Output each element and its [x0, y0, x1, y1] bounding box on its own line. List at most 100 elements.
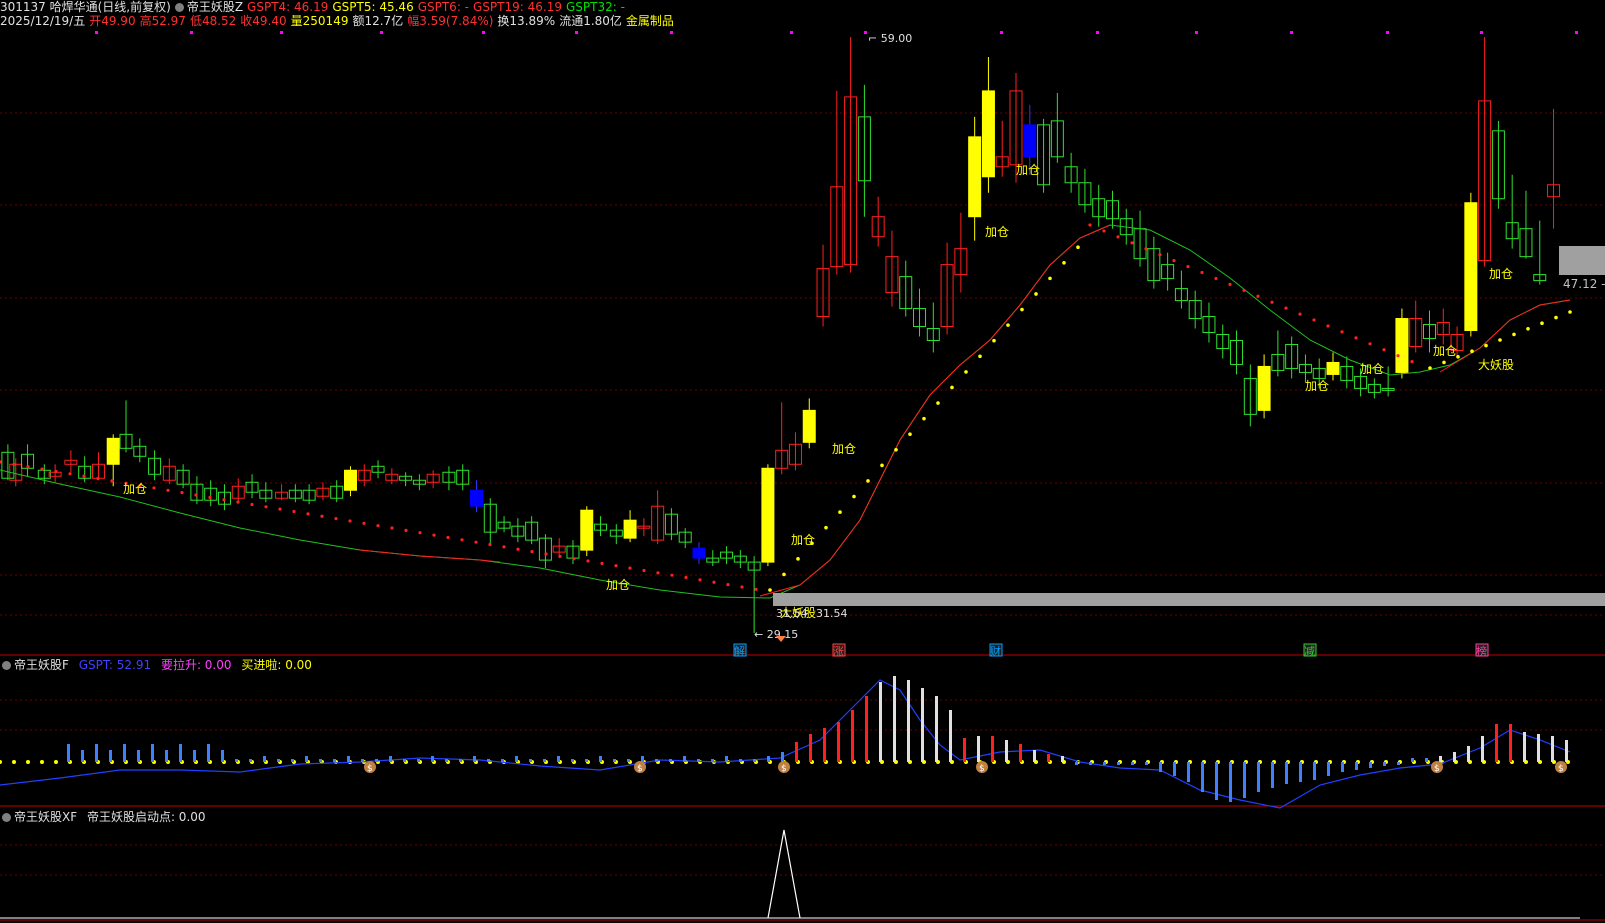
- stop-dot: [1512, 332, 1516, 337]
- indicator-bar: [1509, 724, 1512, 762]
- indicator-bar: [445, 759, 448, 762]
- stop-dot: [1410, 360, 1414, 364]
- indicator-bar: [1215, 762, 1218, 800]
- indicator-bar: [627, 759, 630, 762]
- candle-body[interactable]: [1023, 124, 1037, 158]
- stop-dot: [1428, 366, 1432, 370]
- stop-dot: [488, 542, 492, 547]
- indicator-bar: [1089, 762, 1092, 765]
- indicator-bar: [1299, 762, 1302, 782]
- candle-body[interactable]: [1257, 365, 1271, 411]
- stop-dot: [1326, 324, 1330, 328]
- ma-line: [0, 224, 1571, 599]
- indicator-bar: [1005, 740, 1008, 762]
- candle-body[interactable]: [802, 409, 816, 443]
- stop-dot: [614, 564, 618, 568]
- indicator-bar: [1523, 732, 1526, 762]
- indicator-bar: [1467, 746, 1470, 762]
- indicator-bar: [403, 759, 406, 762]
- candle-body[interactable]: [692, 547, 706, 559]
- candle-body[interactable]: [761, 467, 775, 563]
- indicator-bar: [1411, 758, 1414, 762]
- stop-dot: [1312, 318, 1316, 322]
- stop-dot: [1006, 323, 1010, 327]
- money-bag-icon: $: [781, 764, 787, 774]
- stop-dot: [1396, 354, 1400, 358]
- stop-dot: [1116, 235, 1120, 239]
- jiacang-label: 加仓: [606, 578, 630, 592]
- candle-body[interactable]: [1395, 318, 1409, 373]
- stop-dot: [362, 521, 366, 525]
- indicator-bar: [473, 756, 476, 762]
- stop-dot: [740, 585, 744, 589]
- stop-dot: [978, 354, 982, 359]
- jiacang-label: 加仓: [123, 482, 147, 496]
- stop-dot: [1298, 312, 1302, 316]
- jiacang-label: 加仓: [1305, 379, 1329, 393]
- signal-dot: [26, 760, 30, 764]
- price-label: 31.54: [816, 607, 848, 620]
- indicator-bar: [1229, 762, 1232, 802]
- stop-dot: [1442, 360, 1446, 365]
- stop-dot: [726, 583, 730, 587]
- candle-body[interactable]: [1326, 361, 1340, 375]
- stop-dot: [1382, 348, 1386, 352]
- candlestick-chart[interactable]: 加仓加仓加仓加仓加仓加仓加仓加仓加仓加仓大妖股大妖股31.54 31.54⌐ 59…: [0, 0, 1605, 923]
- jiacang-label: 加仓: [1360, 362, 1384, 376]
- indicator-bar: [179, 744, 182, 762]
- stop-dot: [1172, 259, 1176, 263]
- indicator-bar: [1481, 736, 1484, 762]
- indicator-bar: [417, 759, 420, 762]
- indicator-bar: [347, 756, 350, 762]
- indicator-bar: [795, 742, 798, 762]
- stop-dot: [628, 566, 632, 570]
- indicator-bar: [1117, 762, 1120, 765]
- candle-body[interactable]: [981, 90, 995, 178]
- candle-body[interactable]: [623, 519, 637, 539]
- candle-body[interactable]: [580, 509, 594, 551]
- candle-body[interactable]: [106, 437, 120, 465]
- indicator-bar: [207, 744, 210, 762]
- stop-dot: [1228, 282, 1232, 286]
- candle-body[interactable]: [469, 489, 483, 507]
- indicator-bar: [123, 744, 126, 762]
- stop-dot: [1214, 276, 1218, 281]
- indicator-bar: [291, 759, 294, 762]
- stop-dot: [390, 526, 394, 530]
- candle-body[interactable]: [968, 136, 982, 218]
- stop-dot: [1088, 223, 1092, 227]
- indicator-bar: [1495, 724, 1498, 762]
- stop-dot: [1200, 270, 1204, 275]
- gear-icon[interactable]: [2, 661, 11, 670]
- indicator-bar: [1341, 762, 1344, 772]
- candle-body[interactable]: [1464, 202, 1478, 332]
- stop-dot: [54, 469, 58, 474]
- stop-dot: [656, 571, 660, 575]
- stop-dot: [502, 545, 506, 549]
- indicator-bar: [1075, 762, 1078, 765]
- panel-f-gspt: GSPT: 52.91: [78, 658, 152, 672]
- qidong-spike: [767, 829, 801, 919]
- stop-dot: [964, 370, 968, 374]
- panel-xf-title: 帝王妖股XF: [14, 810, 78, 824]
- stop-dot: [418, 531, 422, 535]
- indicator-bar: [1173, 762, 1176, 776]
- price-label: 31.54: [776, 607, 808, 620]
- indicator-bar: [809, 734, 812, 762]
- top-marker: [1290, 31, 1293, 34]
- stop-dot: [1256, 294, 1260, 298]
- stop-dot: [26, 465, 30, 469]
- indicator-bar: [1425, 758, 1428, 762]
- top-marker: [1096, 31, 1099, 34]
- top-marker: [280, 31, 283, 34]
- indicator-bar: [1327, 762, 1330, 776]
- candle-body[interactable]: [343, 469, 357, 491]
- stop-dot: [1270, 300, 1274, 304]
- indicator-bar: [613, 759, 616, 762]
- gear-icon[interactable]: [2, 813, 11, 822]
- money-bag-icon: $: [637, 764, 643, 774]
- indicator-bar: [935, 696, 938, 762]
- indicator-bar: [753, 759, 756, 762]
- stop-dot: [0, 460, 2, 464]
- indicator-bar: [95, 744, 98, 762]
